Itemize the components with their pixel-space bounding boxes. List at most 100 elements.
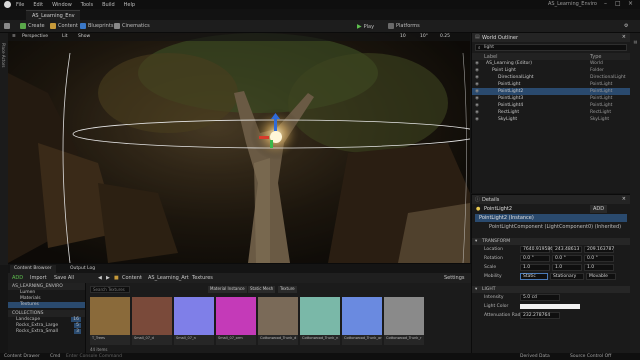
outliner-row[interactable]: ◉ PointLight3 PointLight <box>472 95 630 102</box>
platforms-button[interactable]: Platforms <box>388 23 420 29</box>
back-arrow-icon[interactable]: ◀ <box>98 275 102 281</box>
tree-root[interactable]: AS_LEARNING_ENVIRO <box>8 283 85 290</box>
add-component-button[interactable]: ADD <box>590 205 608 213</box>
mobility-movable-option[interactable]: Movable <box>586 273 616 280</box>
asset-tile[interactable]: Cottonwood_Trunk_orm <box>342 297 382 345</box>
derived-data-button[interactable]: Derived Data <box>520 354 550 359</box>
filter-material-instance[interactable]: Material Instance <box>208 286 247 293</box>
maximize-icon[interactable]: □ <box>615 0 621 7</box>
scale-snap-value[interactable]: 0.25 <box>440 34 450 39</box>
filter-static-mesh[interactable]: Static Mesh <box>248 286 276 293</box>
asset-tile[interactable]: Small_07_n <box>174 297 214 345</box>
source-control-button[interactable]: Source Control Off <box>570 354 611 359</box>
perspective-button[interactable]: Perspective <box>22 34 48 39</box>
outliner-row[interactable]: ◉ SkyLight SkyLight <box>472 116 630 123</box>
asset-tile[interactable]: T_Trees <box>90 297 130 345</box>
scale-y-field[interactable]: 1.0 <box>552 264 582 271</box>
filter-texture[interactable]: Texture <box>278 286 297 293</box>
outliner-row[interactable]: ◉ DirectionalLight DirectionalLight <box>472 74 630 81</box>
instance-row[interactable]: PointLight2 (Instance) <box>475 214 627 222</box>
outliner-close-icon[interactable]: × <box>622 34 626 40</box>
visibility-eye-icon[interactable]: ◉ <box>475 68 479 73</box>
visibility-eye-icon[interactable]: ◉ <box>475 96 479 101</box>
create-button[interactable]: Create <box>20 23 45 29</box>
rotation-y-field[interactable]: 0.0 ° <box>552 255 582 262</box>
asset-tile[interactable]: Cottonwood_Trunk_n <box>300 297 340 345</box>
collections-header[interactable]: COLLECTIONS <box>8 310 85 317</box>
component-row[interactable]: PointLightComponent (LightComponent0) (I… <box>475 223 627 231</box>
attenuation-field[interactable]: 232.278764 <box>520 312 560 319</box>
forward-arrow-icon[interactable]: ▶ <box>106 275 110 281</box>
collection-item[interactable]: Rocks_Extra_Small 3 <box>8 329 85 335</box>
scale-z-field[interactable]: 1.0 <box>584 264 614 271</box>
show-button[interactable]: Show <box>78 34 90 39</box>
close-icon[interactable]: × <box>628 0 633 7</box>
content-drawer-button[interactable]: Content Drawer <box>4 354 40 359</box>
visibility-eye-icon[interactable]: ◉ <box>475 89 479 94</box>
save-all-button[interactable]: Save All <box>54 275 74 281</box>
place-actors-tab[interactable]: Place Actors <box>1 43 6 68</box>
intensity-field[interactable]: 5.0 cd <box>520 294 560 301</box>
asset-tile[interactable]: Small_07_d <box>132 297 172 345</box>
blueprints-button[interactable]: Blueprints <box>80 23 113 29</box>
outliner-row[interactable]: ◉ Point Light Folder <box>472 67 630 74</box>
mobility-static-option[interactable]: Static <box>520 273 548 280</box>
light-color-swatch[interactable] <box>520 304 580 309</box>
menu-window[interactable]: Window <box>52 2 72 8</box>
location-x-field[interactable]: 7640.919586 <box>520 246 553 253</box>
rotation-z-field[interactable]: 0.0 ° <box>584 255 614 262</box>
mobility-stationary-option[interactable]: Stationary <box>550 273 584 280</box>
rotation-snap-value[interactable]: 10° <box>420 34 428 39</box>
scale-x-field[interactable]: 1.0 <box>520 264 550 271</box>
content-button[interactable]: Content <box>50 23 78 29</box>
rotation-x-field[interactable]: 0.0 ° <box>520 255 550 262</box>
import-button[interactable]: Import <box>30 275 47 281</box>
location-y-field[interactable]: 243.48613 <box>552 246 582 253</box>
level-tab[interactable]: AS_Learning_Env <box>26 10 80 20</box>
visibility-eye-icon[interactable]: ◉ <box>475 61 479 66</box>
visibility-eye-icon[interactable]: ◉ <box>475 82 479 87</box>
outliner-row[interactable]: ◉ PointLight2 PointLight <box>472 88 630 95</box>
asset-tile[interactable]: Cottonwood_Trunk_r <box>384 297 424 345</box>
menu-help[interactable]: Help <box>124 2 135 8</box>
transform-section-header[interactable]: ▾ TRANSFORM <box>472 238 630 245</box>
outliner-row[interactable]: ◉ PointLight PointLight <box>472 81 630 88</box>
outliner-search-input[interactable]: ⌕ light <box>475 44 627 51</box>
location-z-field[interactable]: 209.163787 <box>584 246 614 253</box>
menu-file[interactable]: File <box>16 2 24 8</box>
menu-tools[interactable]: Tools <box>81 2 93 8</box>
asset-tile[interactable]: Cottonwood_Trunk_d <box>258 297 298 345</box>
console-input[interactable]: Enter Console Command <box>66 354 122 359</box>
level-viewport[interactable]: ≡ Perspective Lit Show 10 10° 0.25 <box>8 33 470 263</box>
grid-snap-value[interactable]: 10 <box>400 34 406 39</box>
breadcrumb-art[interactable]: AS_Learning_Art <box>148 275 189 281</box>
add-asset-button[interactable]: ADD <box>12 275 23 281</box>
tab-content-browser[interactable]: Content Browser <box>10 265 56 273</box>
cmd-dropdown[interactable]: Cmd <box>50 354 60 359</box>
content-settings-button[interactable]: Settings <box>444 275 465 281</box>
asset-tile[interactable]: Small_07_orm <box>216 297 256 345</box>
breadcrumb-content[interactable]: Content <box>122 275 142 281</box>
menu-build[interactable]: Build <box>102 2 115 8</box>
light-section-header[interactable]: ▾ LIGHT <box>472 286 630 293</box>
visibility-eye-icon[interactable]: ◉ <box>475 103 479 108</box>
settings-button[interactable]: ⚙ <box>624 23 628 29</box>
levels-tab-icon[interactable]: ▤ <box>633 39 638 44</box>
minimize-icon[interactable]: – <box>604 0 607 7</box>
breadcrumb-textures[interactable]: Textures <box>192 275 213 281</box>
viewport-menu-icon[interactable]: ≡ <box>12 34 16 39</box>
play-button[interactable]: ▶ Play <box>357 23 374 30</box>
menu-edit[interactable]: Edit <box>33 2 43 8</box>
tree-item-textures[interactable]: Textures <box>8 302 85 308</box>
visibility-eye-icon[interactable]: ◉ <box>475 117 479 122</box>
visibility-eye-icon[interactable]: ◉ <box>475 75 479 80</box>
save-button[interactable] <box>4 23 12 29</box>
outliner-row[interactable]: ◉ PointLight4 PointLight <box>472 102 630 109</box>
visibility-eye-icon[interactable]: ◉ <box>475 110 479 115</box>
outliner-row[interactable]: ◉ RectLight RectLight <box>472 109 630 116</box>
lit-button[interactable]: Lit <box>62 34 68 39</box>
outliner-row[interactable]: ◉ AS_Learning (Editor) World <box>472 60 630 67</box>
details-close-icon[interactable]: × <box>622 196 626 202</box>
cinematics-button[interactable]: Cinematics <box>114 23 150 29</box>
tab-output-log[interactable]: Output Log <box>66 265 99 273</box>
